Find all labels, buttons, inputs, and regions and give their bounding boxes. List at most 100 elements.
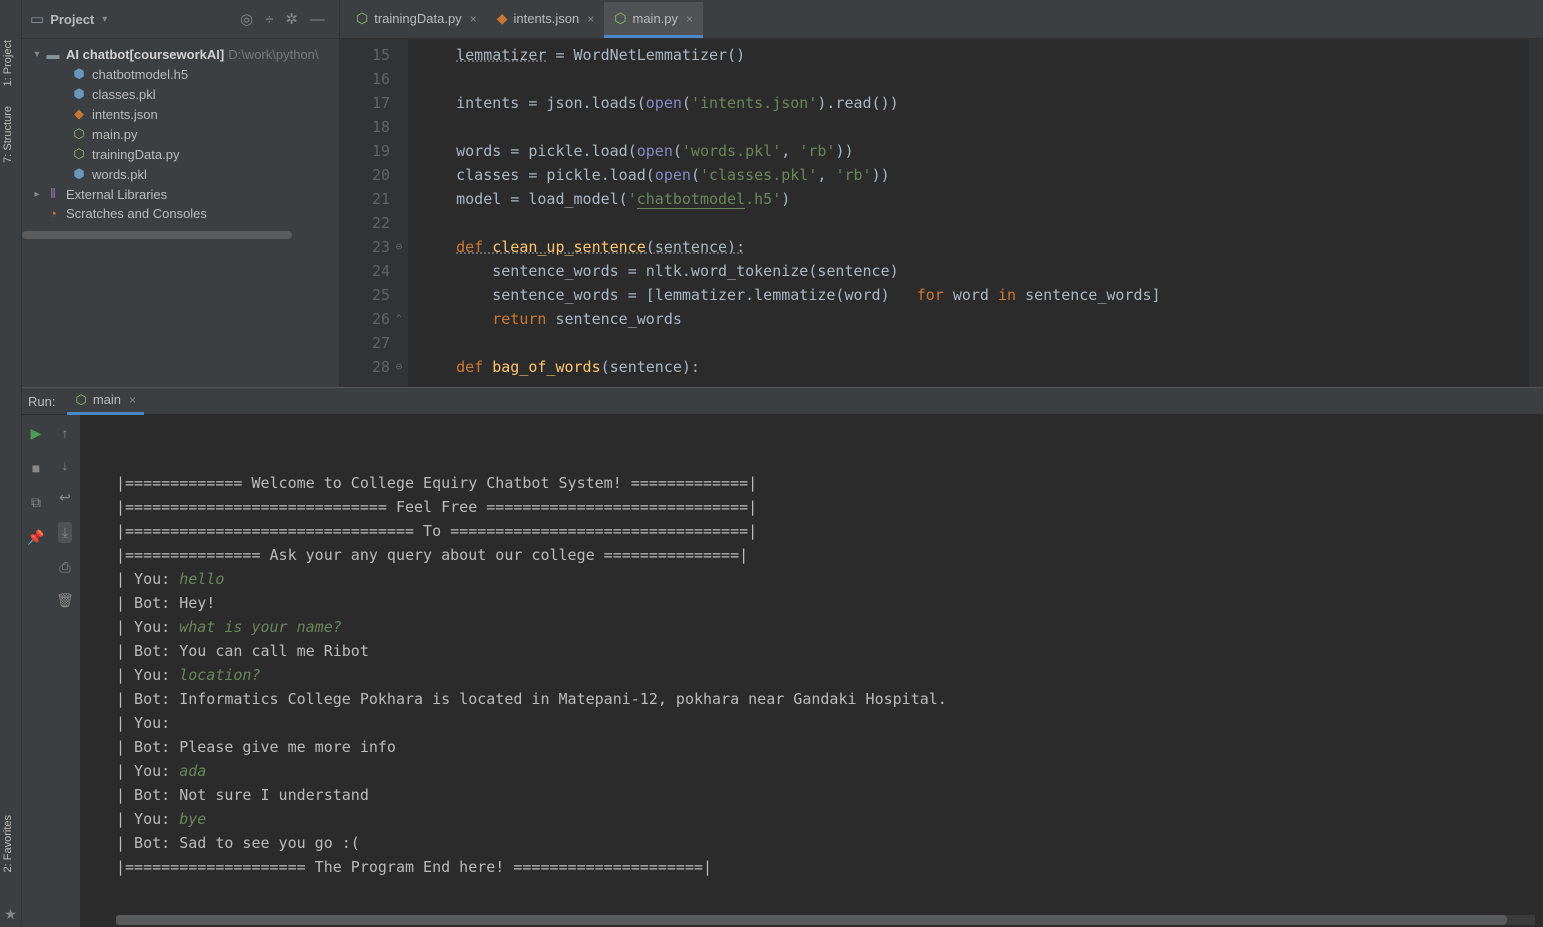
console-line: | Bot: Sad to see you go :( xyxy=(116,831,1543,855)
fold-mark xyxy=(392,283,406,307)
tree-scratches[interactable]: ◔ Scratches and Consoles xyxy=(22,204,339,223)
pin-icon[interactable]: 📌 xyxy=(27,529,44,546)
fold-mark[interactable]: ⊖ xyxy=(392,355,406,379)
up-icon[interactable]: ↑ xyxy=(62,425,69,441)
chevron-right-icon[interactable]: ▸ xyxy=(30,189,44,200)
fold-mark xyxy=(392,163,406,187)
layout-icon[interactable]: ⧉ xyxy=(31,494,41,511)
run-icon[interactable]: ▶ xyxy=(31,425,42,442)
python-icon: ⬡ xyxy=(614,10,626,27)
close-icon[interactable]: × xyxy=(470,12,477,26)
editor-gutter: ⊖⌃⊖ 1516171819202122232425262728 xyxy=(340,39,408,387)
close-icon[interactable]: × xyxy=(587,12,594,26)
line-number: 26 xyxy=(340,307,390,331)
code-line[interactable]: sentence_words = nltk.word_tokenize(sent… xyxy=(420,259,1529,283)
editor-vertical-scrollbar[interactable] xyxy=(1529,39,1543,387)
code-line[interactable]: def bag_of_words(sentence): xyxy=(420,355,1529,379)
favorites-tool-tab[interactable]: 2: Favorites xyxy=(0,805,21,882)
code-line[interactable]: return sentence_words xyxy=(420,307,1529,331)
project-tree[interactable]: ▾ ▬ AI chatbot [courseworkAI] D:\work\py… xyxy=(22,39,340,387)
json-icon: ◆ xyxy=(70,106,88,122)
editor-tab[interactable]: ◆intents.json× xyxy=(487,2,605,38)
chevron-down-icon[interactable]: ▾ xyxy=(102,14,107,25)
code-line[interactable] xyxy=(420,115,1529,139)
editor-tab[interactable]: ⬡trainingData.py× xyxy=(346,2,487,38)
chevron-down-icon[interactable]: ▾ xyxy=(30,49,44,60)
json-icon: ◆ xyxy=(497,10,508,27)
pkl-icon: ⬢ xyxy=(70,86,88,102)
tree-file[interactable]: ⬢chatbotmodel.h5 xyxy=(22,64,339,84)
editor[interactable]: ⊖⌃⊖ 1516171819202122232425262728 lemmati… xyxy=(340,39,1543,387)
tree-file[interactable]: ◆intents.json xyxy=(22,104,339,124)
fold-mark xyxy=(392,259,406,283)
settings-icon[interactable]: ✲ xyxy=(285,10,298,28)
line-number: 20 xyxy=(340,163,390,187)
locate-icon[interactable]: ◎ xyxy=(240,10,253,28)
print-icon[interactable]: ⎙ xyxy=(59,559,70,576)
line-number: 16 xyxy=(340,67,390,91)
code-line[interactable]: def clean_up_sentence(sentence): xyxy=(420,235,1529,259)
tree-file-label: trainingData.py xyxy=(92,147,179,162)
run-tab[interactable]: ⬡ main × xyxy=(67,388,144,415)
fold-mark[interactable]: ⊖ xyxy=(392,235,406,259)
down-icon[interactable]: ↓ xyxy=(62,457,69,473)
libraries-icon: ⫴ xyxy=(44,186,62,202)
code-line[interactable] xyxy=(420,67,1529,91)
code-line[interactable]: words = pickle.load(open('words.pkl', 'r… xyxy=(420,139,1529,163)
tree-file[interactable]: ⬡main.py xyxy=(22,124,339,144)
tree-file[interactable]: ⬢words.pkl xyxy=(22,164,339,184)
console-line: |============================= Feel Free… xyxy=(116,495,1543,519)
console-line: | You: ada xyxy=(116,759,1543,783)
project-tool-tab[interactable]: 1: Project xyxy=(0,30,21,96)
project-panel-header: ▭ Project ▾ ◎ ÷ ✲ — xyxy=(22,0,340,38)
tree-horizontal-scrollbar[interactable] xyxy=(22,231,339,239)
stop-icon[interactable]: ■ xyxy=(32,460,40,476)
tree-file-label: chatbotmodel.h5 xyxy=(92,67,188,82)
editor-tab[interactable]: ⬡ main.py × xyxy=(604,2,703,38)
tree-file[interactable]: ⬢ classes.pkl xyxy=(22,84,339,104)
fold-mark xyxy=(392,331,406,355)
close-icon[interactable]: × xyxy=(686,12,693,26)
editor-tab-label: main.py xyxy=(633,11,679,26)
console-horizontal-scrollbar[interactable] xyxy=(116,915,1535,925)
console-line: | Bot: Not sure I understand xyxy=(116,783,1543,807)
fold-mark[interactable]: ⌃ xyxy=(392,307,406,331)
tree-external-libraries[interactable]: ▸ ⫴ External Libraries xyxy=(22,184,339,204)
wrap-icon[interactable]: ↩ xyxy=(59,489,71,506)
line-number: 25 xyxy=(340,283,390,307)
tree-item-label: Scratches and Consoles xyxy=(66,206,207,221)
console-line: |=============== Ask your any query abou… xyxy=(116,543,1543,567)
console-line: | You: location? xyxy=(116,663,1543,687)
pkl-icon: ⬢ xyxy=(70,166,88,182)
fold-mark xyxy=(392,115,406,139)
editor-split: ▾ ▬ AI chatbot [courseworkAI] D:\work\py… xyxy=(22,39,1543,387)
tree-root[interactable]: ▾ ▬ AI chatbot [courseworkAI] D:\work\py… xyxy=(22,45,339,64)
tree-file[interactable]: ⬡trainingData.py xyxy=(22,144,339,164)
code-line[interactable]: classes = pickle.load(open('classes.pkl'… xyxy=(420,163,1529,187)
trash-icon[interactable]: 🗑 xyxy=(56,592,74,609)
line-number: 22 xyxy=(340,211,390,235)
code-line[interactable]: model = load_model('chatbotmodel.h5') xyxy=(420,187,1529,211)
line-number: 19 xyxy=(340,139,390,163)
code-body[interactable]: lemmatizer = WordNetLemmatizer() intents… xyxy=(408,39,1529,387)
code-line[interactable]: lemmatizer = WordNetLemmatizer() xyxy=(420,43,1529,67)
hide-icon[interactable]: — xyxy=(310,11,325,28)
tree-file-label: main.py xyxy=(92,127,138,142)
folder-icon: ▭ xyxy=(30,10,44,28)
left-tool-strip: 1: Project 7: Structure 2: Favorites ★ xyxy=(0,0,22,927)
run-tool-bar: Run: ⬡ main × xyxy=(22,387,1543,415)
python-icon: ⬡ xyxy=(356,10,368,27)
code-line[interactable] xyxy=(420,331,1529,355)
console-line: | You: xyxy=(116,711,1543,735)
code-line[interactable]: sentence_words = [lemmatizer.lemmatize(w… xyxy=(420,283,1529,307)
console-output[interactable]: |============= Welcome to College Equiry… xyxy=(80,415,1543,927)
code-line[interactable] xyxy=(420,211,1529,235)
close-icon[interactable]: × xyxy=(129,393,136,407)
code-line[interactable]: intents = json.loads(open('intents.json'… xyxy=(420,91,1529,115)
python-icon: ⬡ xyxy=(75,392,86,408)
scroll-to-end-icon[interactable]: ⤓ xyxy=(58,522,72,543)
tree-file-label: classes.pkl xyxy=(92,87,156,102)
collapse-icon[interactable]: ÷ xyxy=(265,11,273,28)
editor-tabs: ⬡trainingData.py×◆intents.json× ⬡ main.py × xyxy=(340,0,703,38)
structure-tool-tab[interactable]: 7: Structure xyxy=(0,96,21,173)
